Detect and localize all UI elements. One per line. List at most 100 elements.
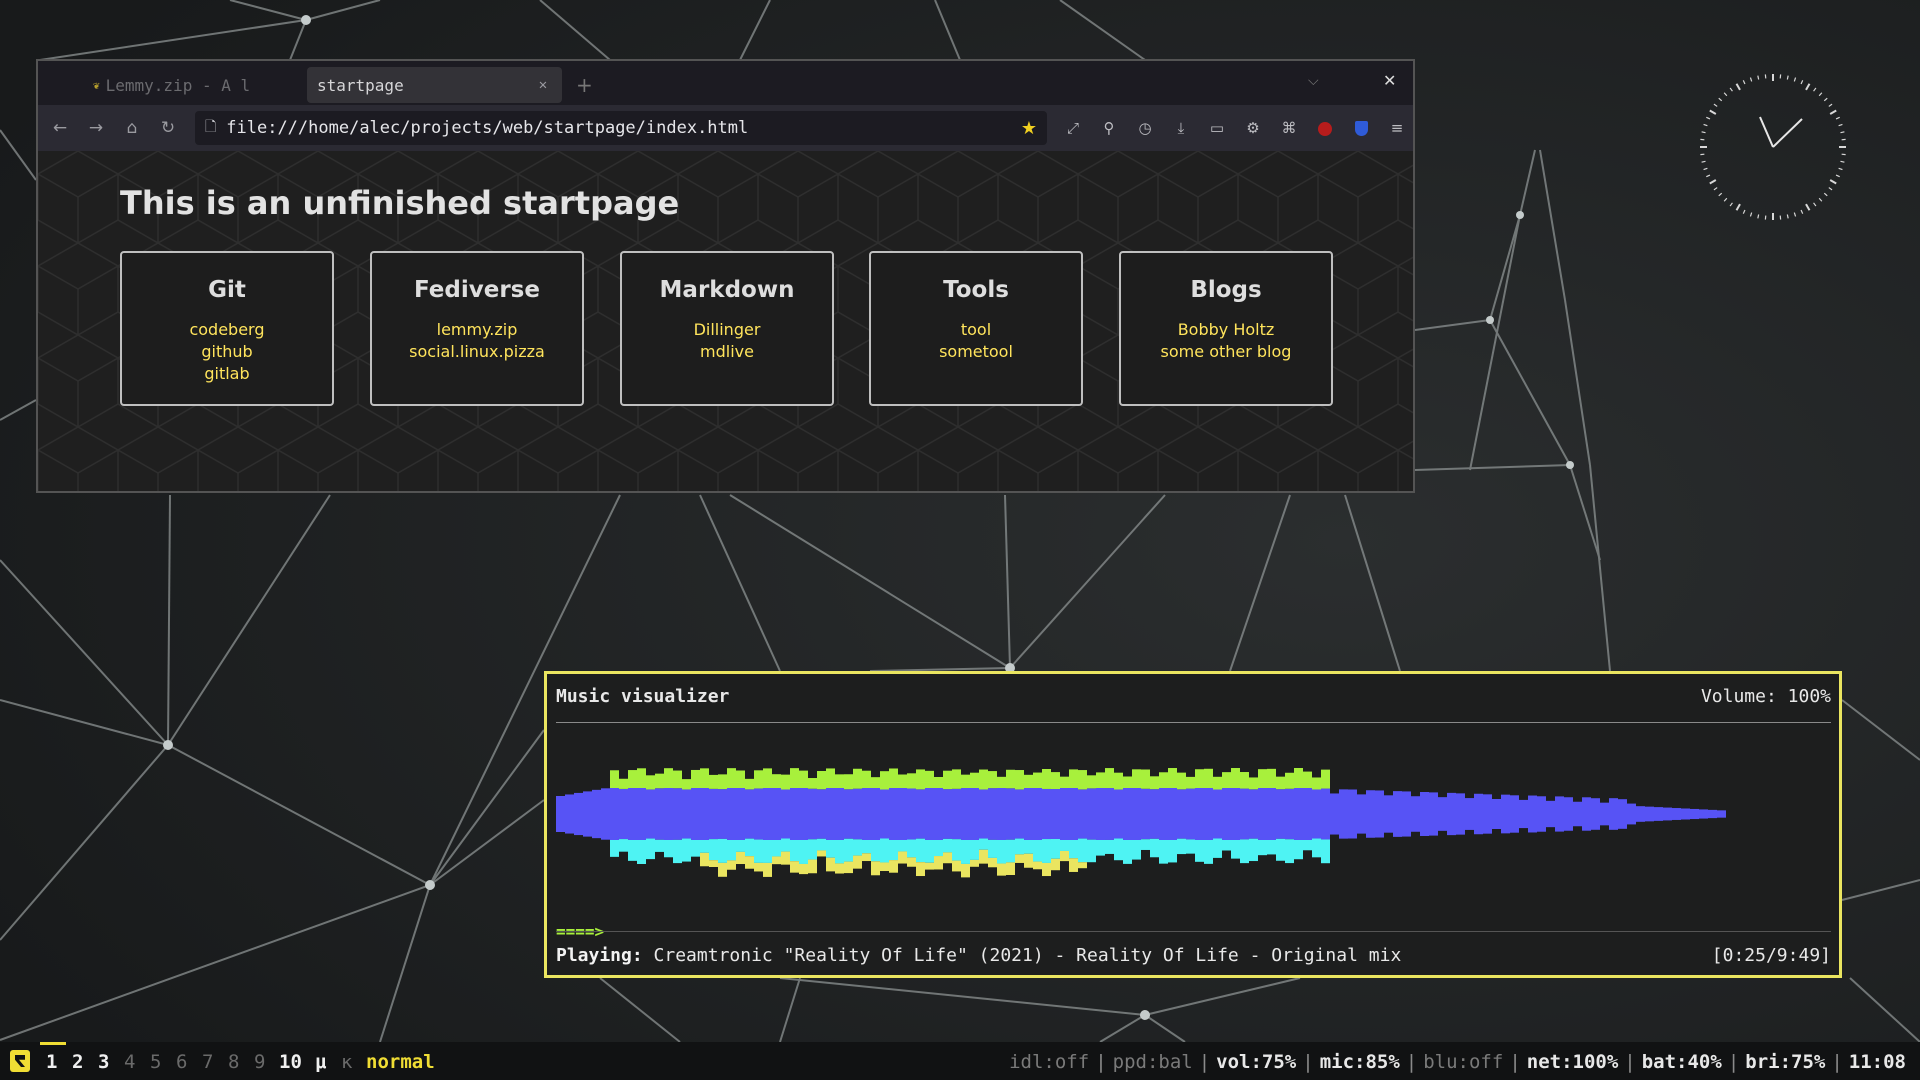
settings-icon[interactable]: ⚙	[1240, 116, 1266, 140]
close-tab-icon[interactable]: ✕	[534, 77, 552, 93]
wave-lower-column	[889, 840, 898, 861]
wave-core-column	[1033, 788, 1042, 840]
wave-upper-column	[646, 775, 655, 790]
link-social-linux-pizza[interactable]: social.linux.pizza	[372, 341, 582, 363]
workspace-6[interactable]: 6	[176, 1051, 187, 1073]
home-icon[interactable]: ⌂	[118, 115, 146, 141]
page-title: This is an unfinished startpage	[120, 184, 680, 222]
wave-upper-column	[808, 778, 817, 789]
workspace-9[interactable]: 9	[254, 1051, 265, 1073]
forward-icon[interactable]: →	[82, 115, 110, 141]
download-icon[interactable]: ⤓	[1168, 116, 1194, 140]
wave-peak-column	[1024, 853, 1033, 868]
wave-upper-column	[835, 774, 844, 788]
wave-upper-column	[1195, 769, 1204, 788]
workspace-kappa[interactable]: κ	[341, 1051, 352, 1073]
volume-status[interactable]: vol:75%	[1216, 1051, 1296, 1073]
extensions-icon[interactable]: ⌘	[1276, 116, 1302, 140]
wave-lower-column	[682, 838, 691, 862]
idle-status[interactable]: idl:off	[1009, 1051, 1089, 1073]
bookmark-star-icon[interactable]: ★	[1021, 118, 1037, 139]
wave-core-column	[1285, 788, 1294, 840]
wave-upper-column	[952, 769, 961, 789]
bitwarden-icon[interactable]	[1348, 116, 1374, 140]
tab-startpage[interactable]: startpage ✕	[307, 67, 562, 103]
link-bobby-holtz[interactable]: Bobby Holtz	[1121, 319, 1331, 341]
tab-list-chevron-icon[interactable]: ⌵	[1308, 73, 1319, 89]
bluetooth-status[interactable]: blu:off	[1423, 1051, 1503, 1073]
workspace-4[interactable]: 4	[124, 1051, 135, 1073]
window-close-button[interactable]: ✕	[1383, 71, 1396, 90]
power-profile-status[interactable]: ppd:bal	[1113, 1051, 1193, 1073]
link-gitlab[interactable]: gitlab	[122, 363, 332, 385]
wave-lower-column	[1105, 839, 1114, 854]
wave-core-column	[1483, 794, 1492, 834]
wave-core-column	[817, 789, 826, 839]
wave-upper-column	[1312, 777, 1321, 790]
reload-icon[interactable]: ↻	[154, 115, 182, 141]
link-codeberg[interactable]: codeberg	[122, 319, 332, 341]
mode-indicator: normal	[366, 1051, 435, 1073]
wave-core-column	[583, 791, 592, 837]
wave-core-column	[916, 789, 925, 839]
mic-status[interactable]: mic:85%	[1320, 1051, 1400, 1073]
wave-peak-column	[1006, 862, 1015, 876]
battery-status[interactable]: bat:40%	[1642, 1051, 1722, 1073]
search-icon[interactable]: ⚲	[1096, 116, 1122, 140]
network-status[interactable]: net:100%	[1527, 1051, 1619, 1073]
wave-core-column	[1519, 799, 1528, 829]
wave-lower-column	[1078, 838, 1087, 863]
wave-lower-column	[943, 838, 952, 853]
menu-icon[interactable]: ≡	[1384, 116, 1410, 140]
new-tab-button[interactable]: +	[576, 73, 593, 97]
wave-core-column	[1636, 806, 1645, 822]
wave-core-column	[1672, 808, 1681, 820]
workspace-3[interactable]: 3	[98, 1051, 109, 1073]
track-title: Creamtronic "Reality Of Life" (2021) - R…	[653, 945, 1402, 966]
wave-lower-column	[907, 839, 916, 858]
wave-core-column	[880, 789, 889, 839]
link-github[interactable]: github	[122, 341, 332, 363]
link-some-other-blog[interactable]: some other blog	[1121, 341, 1331, 363]
workspace-mu[interactable]: μ	[315, 1051, 326, 1073]
clock-tick	[1838, 167, 1843, 171]
wave-core-column	[1186, 788, 1195, 840]
clock-tick	[1723, 197, 1728, 202]
workspace-10[interactable]: 10	[279, 1051, 302, 1073]
wave-upper-column	[1231, 768, 1240, 788]
card-title: Blogs	[1190, 277, 1262, 303]
workspace-7[interactable]: 7	[202, 1051, 213, 1073]
url-bar[interactable]: 🗋 file:///home/alec/projects/web/startpa…	[195, 111, 1047, 145]
brightness-status[interactable]: bri:75%	[1745, 1051, 1825, 1073]
wave-lower-column	[997, 840, 1006, 864]
link-mdlive[interactable]: mdlive	[622, 341, 832, 363]
wave-core-column	[1294, 788, 1303, 840]
workspace-2[interactable]: 2	[72, 1051, 83, 1073]
wave-peak-column	[1042, 862, 1051, 877]
workspace-8[interactable]: 8	[228, 1051, 239, 1073]
link-dillinger[interactable]: Dillinger	[622, 319, 832, 341]
back-icon[interactable]: ←	[46, 115, 74, 141]
workspace-1[interactable]: 1	[46, 1051, 57, 1073]
fullscreen-icon[interactable]: ⤢	[1060, 116, 1086, 140]
wave-peak-column	[862, 853, 871, 862]
tab-lemmy[interactable]: ❦ Lemmy.zip - A l ✕	[93, 69, 333, 101]
history-icon[interactable]: ◷	[1132, 116, 1158, 140]
wave-lower-column	[655, 839, 664, 852]
ublock-icon[interactable]	[1312, 116, 1338, 140]
wave-core-column	[754, 788, 763, 840]
wave-lower-column	[619, 839, 628, 852]
wave-upper-column	[1276, 776, 1285, 790]
url-text[interactable]: file:///home/alec/projects/web/startpage…	[226, 118, 1021, 138]
container-icon[interactable]: ▭	[1204, 116, 1230, 140]
link-tool[interactable]: tool	[871, 319, 1081, 341]
workspace-5[interactable]: 5	[150, 1051, 161, 1073]
link-lemmy-zip[interactable]: lemmy.zip	[372, 319, 582, 341]
wave-lower-column	[844, 838, 853, 862]
wave-core-column	[709, 788, 718, 840]
wave-core-column	[862, 788, 871, 840]
wave-core-column	[1339, 789, 1348, 839]
wave-core-column	[1231, 788, 1240, 840]
link-sometool[interactable]: sometool	[871, 341, 1081, 363]
wave-lower-column	[691, 840, 700, 857]
